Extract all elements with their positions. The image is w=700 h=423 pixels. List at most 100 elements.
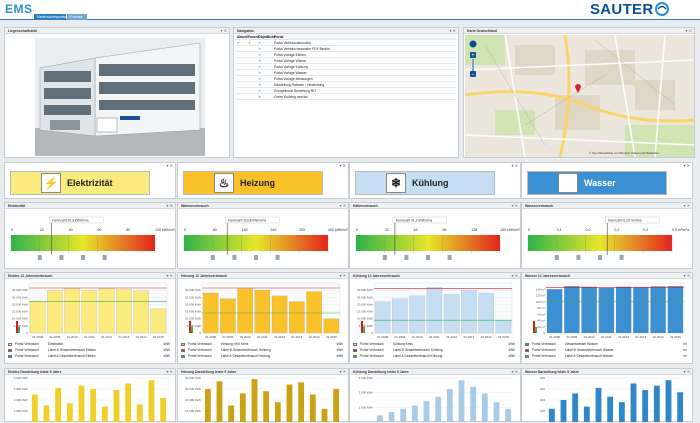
bar[interactable] — [505, 408, 512, 422]
bar[interactable] — [66, 403, 73, 422]
bar[interactable] — [55, 387, 62, 422]
bar[interactable] — [220, 298, 236, 334]
bar[interactable] — [435, 396, 442, 422]
bar[interactable] — [29, 301, 46, 334]
bar[interactable] — [607, 396, 614, 422]
category-panel-1[interactable]: ▾ ✕ ♨ Heizung — [177, 162, 349, 199]
bar[interactable] — [400, 408, 407, 422]
bar[interactable] — [677, 392, 684, 422]
bar[interactable] — [274, 402, 281, 422]
bar[interactable] — [583, 406, 590, 422]
panel-controls-icon[interactable]: ▾ ✕ — [686, 28, 692, 34]
panel-controls-icon[interactable]: ▾ ✕ — [340, 369, 346, 375]
panel-controls-icon[interactable]: ▾ ✕ — [512, 163, 518, 169]
bar[interactable] — [101, 406, 108, 422]
bar[interactable] — [376, 415, 383, 422]
bar[interactable] — [564, 286, 580, 334]
bar[interactable] — [309, 394, 316, 423]
bar[interactable] — [160, 397, 167, 422]
bar[interactable] — [618, 402, 625, 422]
bar[interactable] — [667, 286, 684, 334]
bar[interactable] — [495, 320, 512, 334]
bar[interactable] — [426, 287, 443, 334]
bar[interactable] — [239, 393, 246, 422]
panel-controls-icon[interactable]: ▾ ✕ — [221, 28, 227, 34]
bar[interactable] — [133, 290, 149, 334]
bar[interactable] — [595, 387, 602, 422]
bar[interactable] — [423, 401, 430, 422]
bar[interactable] — [572, 393, 579, 422]
map-view[interactable] — [465, 35, 694, 157]
bar[interactable] — [136, 404, 143, 422]
bar[interactable] — [81, 290, 98, 334]
bar[interactable] — [411, 405, 418, 423]
bar[interactable] — [237, 288, 253, 334]
bar[interactable] — [289, 301, 305, 334]
bar[interactable] — [98, 288, 115, 334]
bar[interactable] — [458, 380, 465, 422]
panel-controls-icon[interactable]: ▾ ✕ — [684, 369, 690, 375]
bar[interactable] — [470, 386, 477, 422]
bar[interactable] — [642, 390, 649, 422]
bar[interactable] — [615, 286, 632, 334]
map-zoom-control[interactable]: + − — [468, 40, 478, 80]
location-pin-icon[interactable] — [574, 83, 582, 93]
panel-controls-icon[interactable]: ▾ ✕ — [512, 369, 518, 375]
bar[interactable] — [461, 290, 477, 334]
panel-controls-icon[interactable]: ▾ ✕ — [167, 369, 173, 375]
bar[interactable] — [650, 286, 666, 334]
bar[interactable] — [90, 389, 97, 422]
panel-controls-icon[interactable]: ▾ ✕ — [167, 163, 173, 169]
bar[interactable] — [478, 292, 494, 334]
bar[interactable] — [228, 405, 235, 423]
bar[interactable] — [630, 383, 637, 423]
tab-portale[interactable]: Portale — [67, 14, 87, 20]
bar[interactable] — [665, 380, 672, 422]
bar[interactable] — [374, 301, 391, 334]
bar[interactable] — [116, 289, 132, 334]
nav-list-item[interactable]: ➜ Green Building monitor — [236, 94, 456, 100]
category-button[interactable]: ⚡ Elektrizität — [10, 171, 150, 195]
panel-controls-icon[interactable]: ▾ ✕ — [684, 163, 690, 169]
bar[interactable] — [31, 394, 38, 423]
bar[interactable] — [333, 389, 340, 422]
bar[interactable] — [392, 298, 408, 334]
bar[interactable] — [47, 290, 63, 334]
bar[interactable] — [560, 400, 567, 422]
bar[interactable] — [653, 385, 660, 422]
bar[interactable] — [125, 383, 132, 423]
bar[interactable] — [64, 288, 80, 334]
category-panel-2[interactable]: ▾ ✕ ❄ Kühlung — [349, 162, 521, 199]
bar[interactable] — [271, 295, 288, 334]
bar[interactable] — [298, 382, 305, 422]
bar[interactable] — [633, 286, 649, 334]
bar[interactable] — [286, 384, 293, 422]
bar[interactable] — [323, 318, 340, 334]
category-button[interactable]: ♨ Heizung — [183, 171, 323, 195]
bar[interactable] — [113, 390, 120, 422]
bar[interactable] — [548, 408, 555, 422]
bar[interactable] — [251, 379, 258, 422]
bar[interactable] — [148, 380, 155, 422]
bar[interactable] — [204, 389, 211, 422]
bar[interactable] — [443, 294, 460, 334]
panel-controls-icon[interactable]: ▾ ✕ — [340, 163, 346, 169]
bar[interactable] — [481, 393, 488, 422]
bar[interactable] — [409, 295, 425, 334]
bar[interactable] — [254, 290, 271, 334]
bar[interactable] — [78, 385, 85, 422]
category-button[interactable]: ❄ Kühlung — [355, 171, 495, 195]
bar[interactable] — [446, 389, 453, 422]
bar[interactable] — [546, 289, 563, 334]
bar[interactable] — [150, 308, 167, 334]
category-panel-3[interactable]: ▾ ✕ ≋ Wasser — [521, 162, 693, 199]
bar[interactable] — [388, 412, 395, 422]
bar[interactable] — [598, 287, 615, 334]
category-button[interactable]: ≋ Wasser — [527, 171, 667, 195]
bar[interactable] — [306, 291, 322, 334]
bar[interactable] — [216, 381, 223, 422]
category-panel-0[interactable]: ▾ ✕ ⚡ Elektrizität — [4, 162, 176, 199]
bar[interactable] — [321, 408, 328, 422]
bar[interactable] — [581, 286, 597, 334]
bar[interactable] — [493, 402, 500, 422]
